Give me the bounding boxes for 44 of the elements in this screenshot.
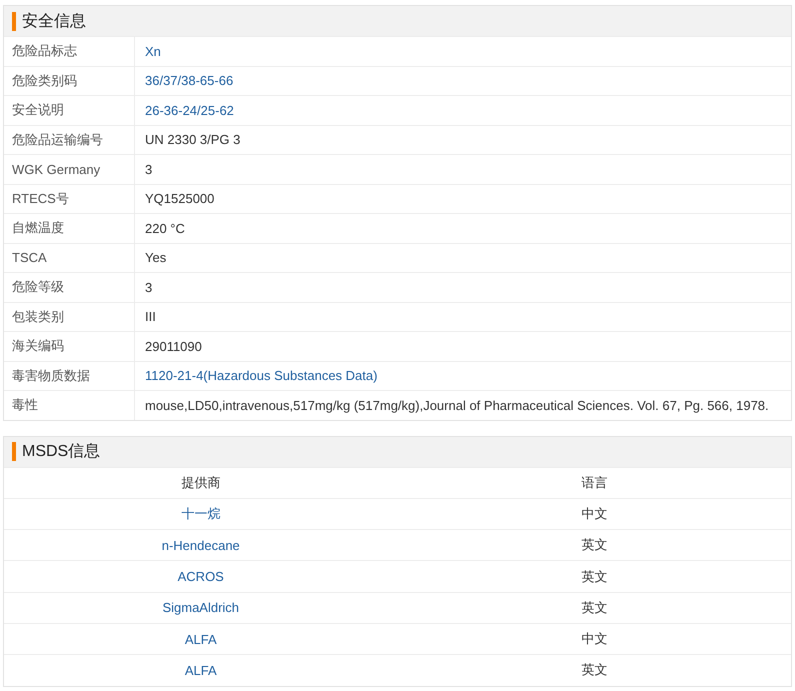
- language-cell: 英文: [581, 661, 608, 680]
- section-title: MSDS信息: [22, 442, 100, 462]
- value-link[interactable]: 1120-21-4(Hazardous Substances Data): [135, 362, 378, 390]
- row-value: YQ1525000: [144, 190, 214, 208]
- row-label: 包装类别: [4, 302, 135, 331]
- language-cell: 英文: [581, 536, 608, 554]
- language-cell: 英文: [581, 568, 608, 586]
- row-label: TSCA: [4, 244, 135, 272]
- row-label: WGK Germany: [4, 155, 135, 184]
- row-value: 220 °C: [144, 220, 185, 238]
- language-cell: 英文: [581, 598, 608, 617]
- row-label: 毒害物质数据: [4, 362, 135, 390]
- row-value: mouse,LD50,intravenous,517mg/kg (517mg/kg),Journal of Pharmaceutical Sciences. Vol. 67, Pg. 566, 1978.: [144, 396, 769, 415]
- provider-link[interactable]: SigmaAldrich: [162, 600, 240, 616]
- row-value: 29011090: [144, 338, 202, 356]
- row-value: 3: [144, 278, 152, 297]
- row-label: 危险等级: [4, 273, 135, 302]
- provider-link[interactable]: n-Hendecane: [162, 538, 240, 553]
- section-title: 安全信息: [22, 12, 86, 32]
- accent-bar: [12, 12, 16, 30]
- row-value: UN 2330 3/PG 3: [144, 131, 240, 150]
- language-cell: 中文: [581, 504, 608, 523]
- value-link[interactable]: 26-36-24/25-62: [135, 96, 234, 124]
- row-label: 危险品运输编号: [4, 126, 135, 154]
- accent-bar: [12, 442, 16, 461]
- provider-link[interactable]: ALFA: [184, 632, 217, 647]
- row-label: 自燃温度: [4, 214, 135, 242]
- row-label: 安全说明: [4, 96, 135, 124]
- column-header: 提供商: [181, 474, 220, 492]
- row-label: RTECS号: [4, 184, 135, 213]
- provider-link[interactable]: ALFA: [184, 662, 217, 678]
- language-cell: 中文: [581, 630, 608, 648]
- row-value: III: [144, 308, 156, 326]
- column-header: 语言: [581, 474, 608, 492]
- row-value: 3: [144, 160, 152, 179]
- value-link[interactable]: 36/37/38-65-66: [135, 66, 234, 95]
- provider-link[interactable]: 十一烷: [181, 504, 220, 523]
- row-label: 海关编码: [4, 332, 135, 360]
- provider-link[interactable]: ACROS: [178, 569, 224, 584]
- row-value: Yes: [144, 249, 166, 268]
- row-label: 危险品标志: [4, 37, 135, 66]
- value-link[interactable]: Xn: [135, 37, 161, 66]
- row-label: 危险类别码: [4, 66, 135, 95]
- row-label: 毒性: [4, 391, 135, 420]
